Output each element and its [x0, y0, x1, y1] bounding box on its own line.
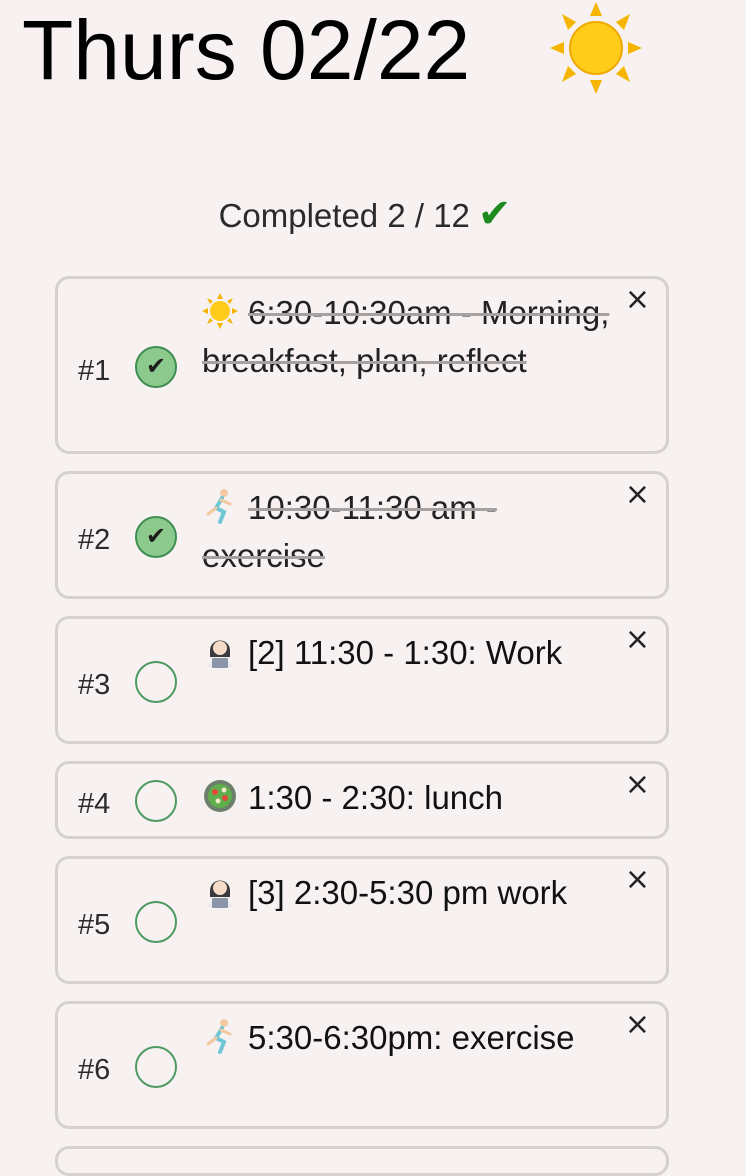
task-text[interactable]: 10:30-11:30 am - exercise: [202, 484, 618, 580]
close-icon[interactable]: ×: [625, 285, 650, 315]
task-item: #2 10:30-11:30 am - exercise ×: [55, 471, 669, 599]
task-number: #2: [78, 524, 111, 556]
completed-label: Completed 2 / 12: [218, 197, 470, 234]
task-checkbox[interactable]: [135, 516, 177, 558]
technologist-icon: [208, 640, 232, 668]
completed-counter: Completed 2 / 12 ✔: [0, 190, 730, 240]
runner-icon: [206, 489, 232, 524]
runner-icon: [206, 1019, 232, 1054]
sun-icon: [550, 2, 642, 94]
task-checkbox[interactable]: [135, 346, 177, 388]
close-icon[interactable]: ×: [625, 770, 650, 800]
task-checkbox[interactable]: [135, 780, 177, 822]
task-item: #6 5:30-6:30pm: exercise ×: [55, 1001, 669, 1129]
task-item: [55, 1146, 669, 1176]
task-item: #1 6:30-10:30am - Morning, breakfast, pl…: [55, 276, 669, 454]
task-number: #5: [78, 909, 111, 941]
close-icon[interactable]: ×: [625, 625, 650, 655]
task-number: #1: [78, 355, 111, 387]
technologist-icon: [208, 880, 232, 908]
close-icon[interactable]: ×: [625, 480, 650, 510]
task-item: #4 1:30 - 2:30: lunch ×: [55, 761, 669, 839]
task-checkbox[interactable]: [135, 1046, 177, 1088]
task-item: #3 [2] 11:30 - 1:30: Work ×: [55, 616, 669, 744]
page-title: Thurs 02/22: [22, 3, 471, 97]
close-icon[interactable]: ×: [625, 865, 650, 895]
task-number: #4: [78, 788, 111, 820]
task-number: #6: [78, 1054, 111, 1086]
task-text[interactable]: [2] 11:30 - 1:30: Work: [202, 629, 618, 677]
task-item: #5 [3] 2:30-5:30 pm work ×: [55, 856, 669, 984]
task-text[interactable]: 6:30-10:30am - Morning, breakfast, plan,…: [202, 289, 618, 385]
close-icon[interactable]: ×: [625, 1010, 650, 1040]
task-text[interactable]: 5:30-6:30pm: exercise: [202, 1014, 618, 1062]
task-number: #3: [78, 669, 111, 701]
task-checkbox[interactable]: [135, 901, 177, 943]
task-checkbox[interactable]: [135, 661, 177, 703]
task-text[interactable]: [3] 2:30-5:30 pm work: [202, 869, 618, 917]
salad-icon: [204, 780, 236, 812]
task-text[interactable]: 1:30 - 2:30: lunch: [202, 774, 618, 822]
check-mark-icon: ✔: [477, 192, 512, 236]
sun-icon: [202, 293, 238, 329]
